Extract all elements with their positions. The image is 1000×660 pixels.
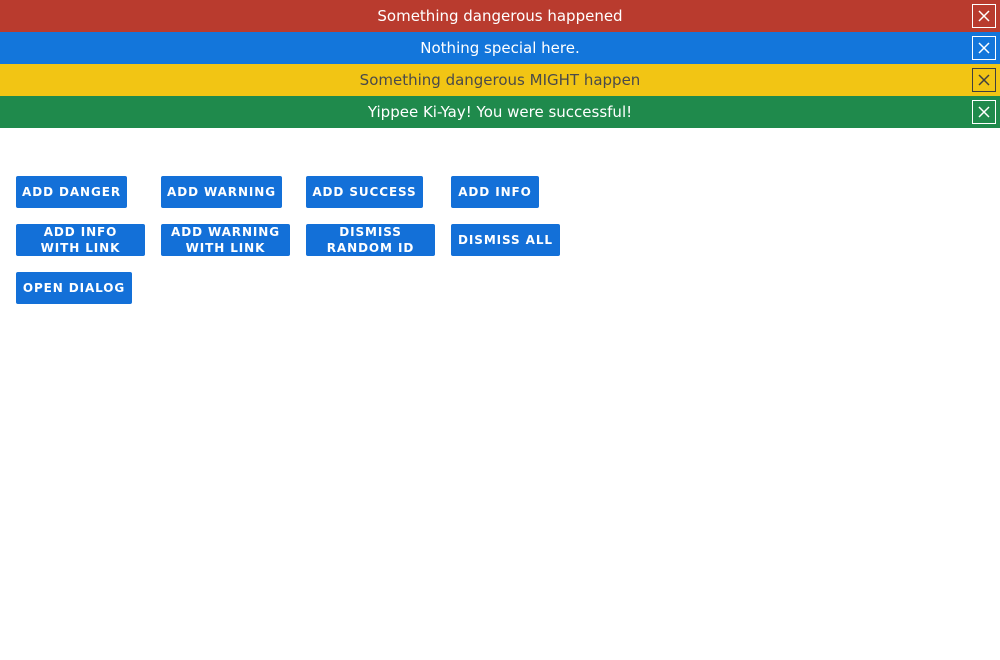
dismiss-random-id-button[interactable]: DISMISS RANDOM ID xyxy=(306,224,435,256)
close-icon xyxy=(978,42,990,54)
add-warning-with-link-button[interactable]: ADD WARNING WITH LINK xyxy=(161,224,290,256)
close-icon xyxy=(978,74,990,86)
banner-danger-text: Something dangerous happened xyxy=(377,7,623,25)
dismiss-all-button[interactable]: DISMISS ALL xyxy=(451,224,560,256)
banner-success-text: Yippee Ki-Yay! You were successful! xyxy=(367,103,633,121)
close-icon xyxy=(978,106,990,118)
banner-warning-text: Something dangerous MIGHT happen xyxy=(359,71,641,89)
banner-success: Yippee Ki-Yay! You were successful! xyxy=(0,96,1000,128)
banner-info-text: Nothing special here. xyxy=(420,39,580,57)
banner-warning-close-button[interactable] xyxy=(972,68,996,92)
banner-info-close-button[interactable] xyxy=(972,36,996,60)
close-icon xyxy=(978,10,990,22)
banner-info: Nothing special here. xyxy=(0,32,1000,64)
add-info-with-link-button[interactable]: ADD INFO WITH LINK xyxy=(16,224,145,256)
banner-success-close-button[interactable] xyxy=(972,100,996,124)
open-dialog-button[interactable]: OPEN DIALOG xyxy=(16,272,132,304)
add-warning-button[interactable]: ADD WARNING xyxy=(161,176,282,208)
add-success-button[interactable]: ADD SUCCESS xyxy=(306,176,423,208)
banner-danger: Something dangerous happened xyxy=(0,0,1000,32)
add-info-button[interactable]: ADD INFO xyxy=(451,176,539,208)
banner-warning: Something dangerous MIGHT happen xyxy=(0,64,1000,96)
banner-danger-close-button[interactable] xyxy=(972,4,996,28)
add-danger-button[interactable]: ADD DANGER xyxy=(16,176,127,208)
